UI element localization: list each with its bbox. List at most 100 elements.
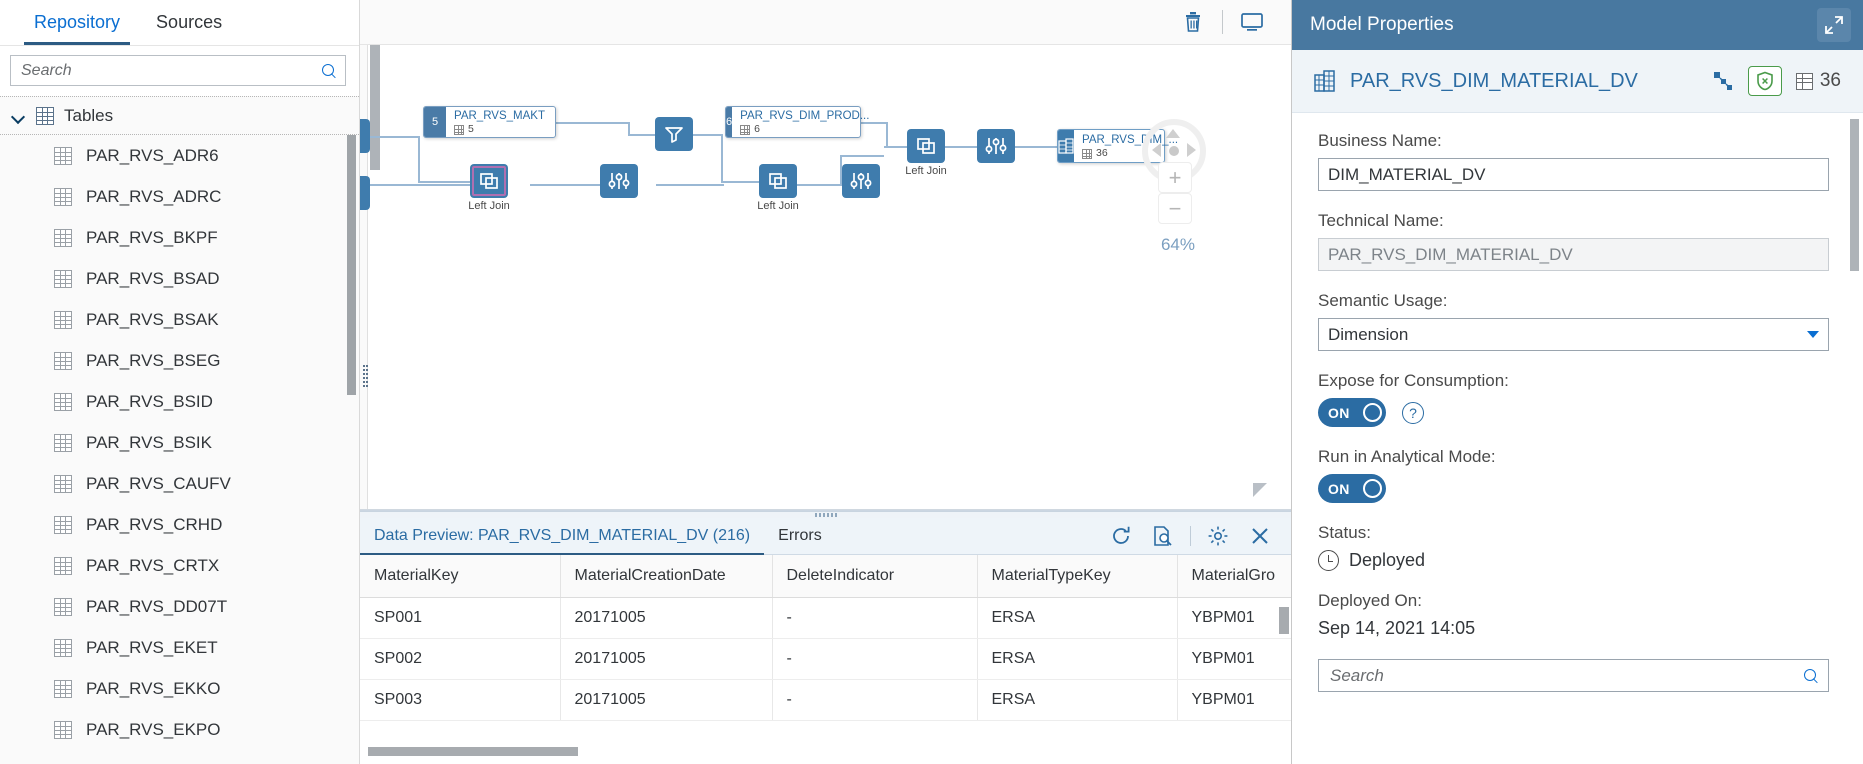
canvas-operator-projection-1[interactable] [600,164,638,198]
column-header[interactable]: MaterialKey [360,555,561,598]
properties-vertical-scrollbar[interactable] [1850,119,1859,271]
filter-icon [665,127,683,143]
list-item[interactable]: PAR_RVS_CAUFV [0,463,359,504]
list-item[interactable]: PAR_RVS_CRHD [0,504,359,545]
chevron-down-icon[interactable] [1807,331,1819,338]
list-item[interactable]: PAR_RVS_EKKO [0,668,359,709]
properties-search-box[interactable] [1318,659,1829,692]
business-name-field[interactable] [1318,158,1829,191]
help-icon[interactable]: ? [1402,401,1424,424]
list-item[interactable]: PAR_RVS_BSID [0,381,359,422]
expose-for-consumption-toggle[interactable]: ON [1318,398,1386,427]
column-header[interactable]: MaterialGro [1177,555,1291,598]
table-icon [54,597,72,616]
lineage-icon[interactable] [1712,70,1734,92]
preview-vertical-scrollbar[interactable] [1279,607,1289,634]
list-item[interactable]: PAR_RVS_BKPF [0,217,359,258]
list-item[interactable]: PAR_RVS_BSAD [0,258,359,299]
table-cell: SP002 [360,638,561,680]
zoom-out-button[interactable]: − [1158,193,1192,224]
table-cell: - [772,679,978,721]
list-item[interactable]: PAR_RVS_ADR6 [0,135,359,176]
tab-errors[interactable]: Errors [764,518,836,555]
preview-doc-icon[interactable] [1142,518,1184,555]
search-icon[interactable] [1803,668,1819,684]
canvas-offscreen-node-a[interactable] [360,119,370,153]
list-item[interactable]: PAR_RVS_CRTX [0,545,359,586]
edge [794,184,842,186]
toggle-knob [1363,403,1382,422]
list-item[interactable]: PAR_RVS_ADRC [0,176,359,217]
table-icon [54,720,72,739]
canvas-operator-filter[interactable] [655,117,693,151]
join-icon [769,173,787,189]
canvas-resize-corner[interactable] [1251,481,1269,499]
list-item[interactable]: PAR_RVS_BSAK [0,299,359,340]
table-icon [54,638,72,657]
column-header[interactable]: MaterialCreationDate [560,555,773,598]
search-icon[interactable] [321,63,337,79]
canvas-operator-join-2[interactable]: Left Join [757,164,799,212]
preview-icon[interactable] [1231,4,1273,40]
table-row[interactable]: SP003 20171005- ERSA YBPM01 [360,679,1291,721]
semantic-usage-select[interactable]: Dimension [1318,318,1829,351]
refresh-icon[interactable] [1100,518,1142,555]
search-input[interactable] [19,60,321,81]
canvas-operator-projection-2[interactable] [842,164,880,198]
expand-icon[interactable] [1817,8,1851,42]
list-item[interactable]: PAR_RVS_DD07T [0,586,359,627]
table-cell: 20171005 [560,597,773,639]
sidebar-search-container [0,46,359,96]
delete-icon[interactable] [1172,4,1214,40]
pan-left-icon[interactable] [1152,143,1161,157]
tab-repository[interactable]: Repository [16,0,138,45]
edge [721,134,723,182]
preview-horizontal-scrollbar[interactable] [368,747,578,756]
projection-icon [985,138,1007,154]
canvas-vertical-scrollbar[interactable] [370,45,380,170]
canvas-node-par-rvs-dim-prod[interactable]: 6 PAR_RVS_DIM_PROD... 6 [725,106,869,138]
canvas-drag-handle[interactable] [361,363,367,397]
table-row[interactable]: SP001 20171005- ERSA YBPM01 [360,597,1291,639]
object-tools: 36 [1712,66,1841,96]
data-preview-panel: Data Preview: PAR_RVS_DIM_MATERIAL_DV (2… [360,510,1291,764]
model-canvas[interactable]: 5 PAR_RVS_MAKT 5 6 PAR_RVS_DIM_PROD... 6 [360,45,1291,510]
sidebar-search-box[interactable] [10,55,346,86]
sidebar-scrollbar-thumb[interactable] [347,135,356,395]
canvas-operator-join-3[interactable]: Left Join [905,129,947,177]
toolbar-divider [1222,10,1223,34]
shield-check-icon[interactable] [1747,66,1782,96]
close-icon[interactable] [1239,518,1281,555]
chevron-down-icon[interactable] [10,108,26,124]
node-body: PAR_RVS_MAKT 5 [446,107,553,137]
node-meta: 6 [740,123,869,136]
list-item[interactable]: PAR_RVS_BSIK [0,422,359,463]
list-item[interactable]: PAR_RVS_EKPO [0,709,359,750]
list-item[interactable]: PAR_RVS_BSEG [0,340,359,381]
edge [370,136,420,138]
list-item[interactable]: PAR_RVS_EKET [0,627,359,668]
list-item-label: PAR_RVS_DD07T [86,596,228,616]
pan-center-dot[interactable] [1169,146,1179,156]
table-row[interactable]: SP002 20171005- ERSA YBPM01 [360,638,1291,680]
column-header[interactable]: MaterialTypeKey [977,555,1178,598]
edge [628,134,656,136]
properties-search-input[interactable] [1328,664,1803,687]
canvas-offscreen-node-b[interactable] [360,176,370,210]
column-header[interactable]: DeleteIndicator [772,555,978,598]
edge [370,184,470,186]
pan-up-icon[interactable] [1166,129,1180,138]
zoom-in-button[interactable]: + [1158,162,1192,193]
run-in-analytical-mode-toggle[interactable]: ON [1318,474,1386,503]
column-count-value: 36 [1819,70,1841,91]
canvas-operator-projection-3[interactable] [977,129,1015,163]
canvas-node-par-rvs-makt[interactable]: 5 PAR_RVS_MAKT 5 [423,106,556,138]
pan-right-icon[interactable] [1187,143,1196,157]
data-preview-table[interactable]: MaterialKey MaterialCreationDate DeleteInd… [360,555,1291,764]
status-value: Deployed [1349,550,1426,570]
canvas-operator-join-1[interactable]: Left Join [468,164,510,212]
settings-gear-icon[interactable] [1197,518,1239,555]
tab-sources[interactable]: Sources [138,0,240,45]
tree-node-tables[interactable]: Tables [0,96,359,135]
tab-data-preview[interactable]: Data Preview: PAR_RVS_DIM_MATERIAL_DV (2… [360,518,765,556]
